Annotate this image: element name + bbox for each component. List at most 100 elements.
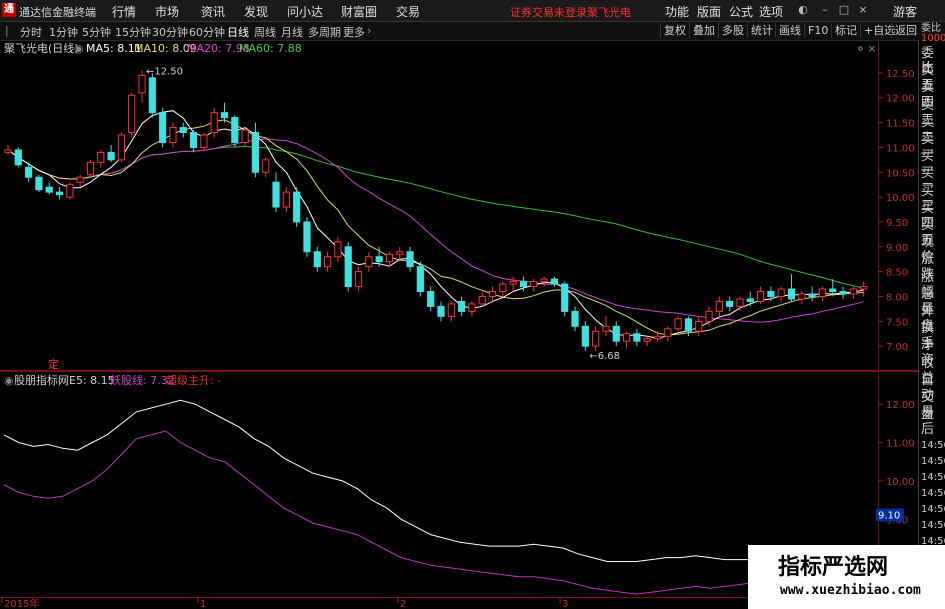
candle-body <box>540 278 548 283</box>
tab-monthly[interactable]: 月线 <box>281 24 303 40</box>
candle-body <box>416 266 424 293</box>
candle-body <box>97 151 105 163</box>
btn-diejia[interactable]: 叠加 <box>689 23 718 38</box>
candle-body <box>138 74 146 94</box>
btn-biaoji[interactable]: 标记 <box>831 23 860 38</box>
candle <box>540 276 548 287</box>
candle <box>509 276 517 292</box>
tab-fenshi[interactable]: 分时 <box>20 24 42 40</box>
candle-body <box>757 291 765 302</box>
candle <box>128 92 136 138</box>
menu-caifuquan[interactable]: 财富圈 <box>341 3 377 20</box>
candle <box>798 291 806 304</box>
candle <box>777 286 785 302</box>
menu-xuanxiang[interactable]: 选项 <box>759 3 783 20</box>
btn-tongji[interactable]: 统计 <box>747 23 776 38</box>
candle <box>581 321 589 352</box>
sub-y-tick-label: 10.00 <box>886 477 915 488</box>
candle-body <box>241 129 249 143</box>
candle <box>354 266 363 292</box>
main-y-tick-label: 9.50 <box>886 218 908 229</box>
btn-duogu[interactable]: 多股 <box>718 23 747 38</box>
menu-faxian[interactable]: 发现 <box>244 3 268 20</box>
tab-1min[interactable]: 1分钟 <box>49 24 78 40</box>
candle <box>117 132 125 163</box>
btn-fuquan[interactable]: 复权 <box>660 23 689 38</box>
tab-60min[interactable]: 60分钟 <box>189 24 225 40</box>
candle-body <box>695 320 703 332</box>
candlestick-chart[interactable]: 12.50 12.00 11.50 11.00 10.50 10.00 9.50 9.00 8.… <box>0 40 918 371</box>
user-guest[interactable]: 游客 <box>893 3 917 20</box>
subchart-dropdown-icon[interactable]: ◉ <box>4 374 14 388</box>
candle-body <box>45 186 53 193</box>
tab-daily[interactable]: 日线 <box>227 24 249 40</box>
cursor-value: 9.10 <box>878 510 900 521</box>
login-status[interactable]: 证券交易未登录 <box>510 4 587 20</box>
candle-body <box>86 161 95 176</box>
tab-more[interactable]: 更多 <box>343 24 365 40</box>
candle-body <box>849 288 857 295</box>
candle-body <box>592 330 600 347</box>
btn-f10[interactable]: F10 <box>804 23 831 38</box>
trade-time: 14:56 <box>921 472 945 483</box>
main-y-tick-label: 8.50 <box>886 268 908 279</box>
trade-time: 14:56 <box>921 440 945 451</box>
menu-hangqing[interactable]: 行情 <box>112 3 136 20</box>
candle-body <box>437 305 445 317</box>
minimize-icon[interactable]: – <box>818 3 832 17</box>
candle <box>674 316 682 332</box>
quote-side-panel: 委比 1000 委比 卖五 卖四 卖三 卖二 卖一 买一 买二 买三 买四 买五 现价 涨跌 涨幅 总量 外盘… <box>918 23 945 609</box>
menu-zixun[interactable]: 资讯 <box>201 3 225 20</box>
candle-body <box>210 112 218 134</box>
candle <box>241 127 249 148</box>
candle-body <box>354 271 363 288</box>
btn-huaxian[interactable]: 画线 <box>775 23 804 38</box>
candle <box>468 301 476 317</box>
candle <box>478 291 486 307</box>
close-icon[interactable]: × <box>856 3 870 17</box>
low-price-label: ←6.68 <box>589 351 620 362</box>
menu-banmian[interactable]: 版面 <box>697 3 721 20</box>
candle <box>45 182 53 195</box>
candle <box>293 187 301 227</box>
btn-fanhui[interactable]: 返回 <box>891 23 920 38</box>
candle-body <box>76 176 84 183</box>
candle <box>66 182 74 200</box>
candle <box>653 331 662 342</box>
candle <box>458 296 466 317</box>
candle-body <box>117 134 125 161</box>
candle-body <box>808 293 816 297</box>
high-price-label: ←12.50 <box>146 66 183 77</box>
candle <box>76 174 84 188</box>
skin-icon[interactable]: ◐ <box>796 3 810 17</box>
candle <box>746 291 754 307</box>
candle <box>860 281 868 297</box>
candle <box>530 279 538 292</box>
menu-shichang[interactable]: 市场 <box>155 3 179 20</box>
menu-jiaoyi[interactable]: 交易 <box>396 3 420 20</box>
maximize-icon[interactable]: □ <box>837 3 851 17</box>
candle <box>179 122 187 138</box>
candle-body <box>262 159 270 173</box>
candle-body <box>169 127 177 143</box>
tab-weekly[interactable]: 周线 <box>254 24 276 40</box>
tab-15min[interactable]: 15分钟 <box>115 24 151 40</box>
x-tick-label: 1 <box>200 599 206 609</box>
candle-body <box>396 251 404 255</box>
trade-time: 14:56 <box>921 504 945 515</box>
menu-gongneng[interactable]: 功能 <box>665 3 689 20</box>
side-label[interactable]: 盘后 <box>921 407 945 437</box>
candle <box>406 246 414 272</box>
tab-30min[interactable]: 30分钟 <box>152 24 188 40</box>
candle-body <box>282 191 290 208</box>
tab-5min[interactable]: 5分钟 <box>82 24 111 40</box>
menu-gongshi[interactable]: 公式 <box>729 3 753 20</box>
watermark-banner: 指标严选网 www.xuezhibiao.com <box>748 545 945 609</box>
candle-body <box>25 166 33 178</box>
more-chevron-icon[interactable]: › <box>367 24 371 37</box>
toolbar-pin-icon[interactable]: | <box>5 24 9 37</box>
main-y-tick-label: 7.00 <box>886 342 908 353</box>
menu-wenxiaoda[interactable]: 问小达 <box>287 3 323 20</box>
tab-multi-period[interactable]: 多周期 <box>308 24 341 40</box>
candle <box>138 70 146 103</box>
